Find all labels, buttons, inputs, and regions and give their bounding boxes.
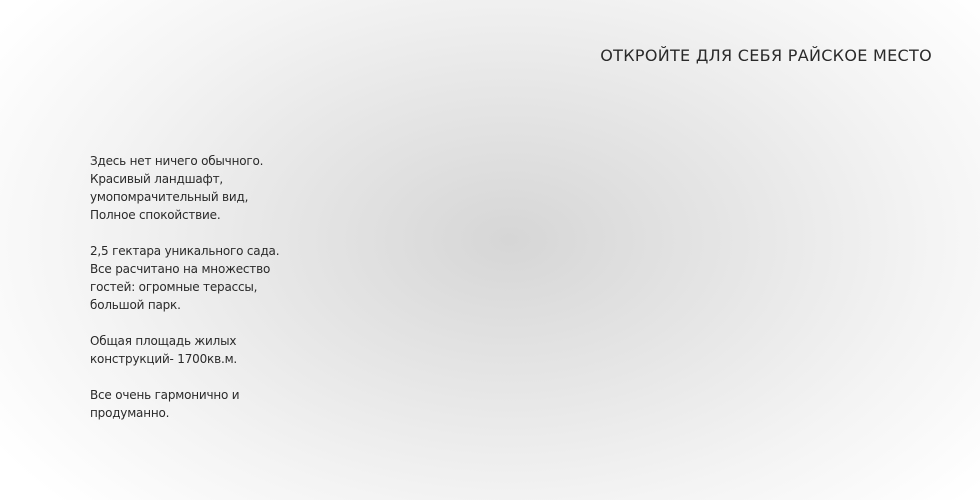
description-line: Красивый ландшафт, [90,172,224,186]
description-line: конструкций- 1700кв.м. [90,352,238,366]
description-paragraph-3: Общая площадь жилых конструкций- 1700кв.… [90,332,310,368]
description-line: гостей: огромные терассы, [90,280,258,294]
description-paragraph-2: 2,5 гектара уникального сада. Все расчит… [90,242,310,314]
description-text-block: Здесь нет ничего обычного. Красивый ланд… [90,152,310,440]
description-line: умопомрачительный вид, [90,190,249,204]
description-line: Общая площадь жилых [90,334,237,348]
description-line: Полное спокойствие. [90,208,221,222]
description-paragraph-4: Все очень гармонично и продуманно. [90,386,310,422]
description-line: Здесь нет ничего обычного. [90,154,264,168]
description-line: продуманно. [90,406,170,420]
description-line: 2,5 гектара уникального сада. [90,244,280,258]
description-line: Все очень гармонично и [90,388,240,402]
description-line: Все расчитано на множество [90,262,271,276]
page-headline: ОТКРОЙТЕ ДЛЯ СЕБЯ РАЙСКОЕ МЕСТО [600,46,932,65]
description-line: большой парк. [90,298,181,312]
description-paragraph-1: Здесь нет ничего обычного. Красивый ланд… [90,152,310,224]
